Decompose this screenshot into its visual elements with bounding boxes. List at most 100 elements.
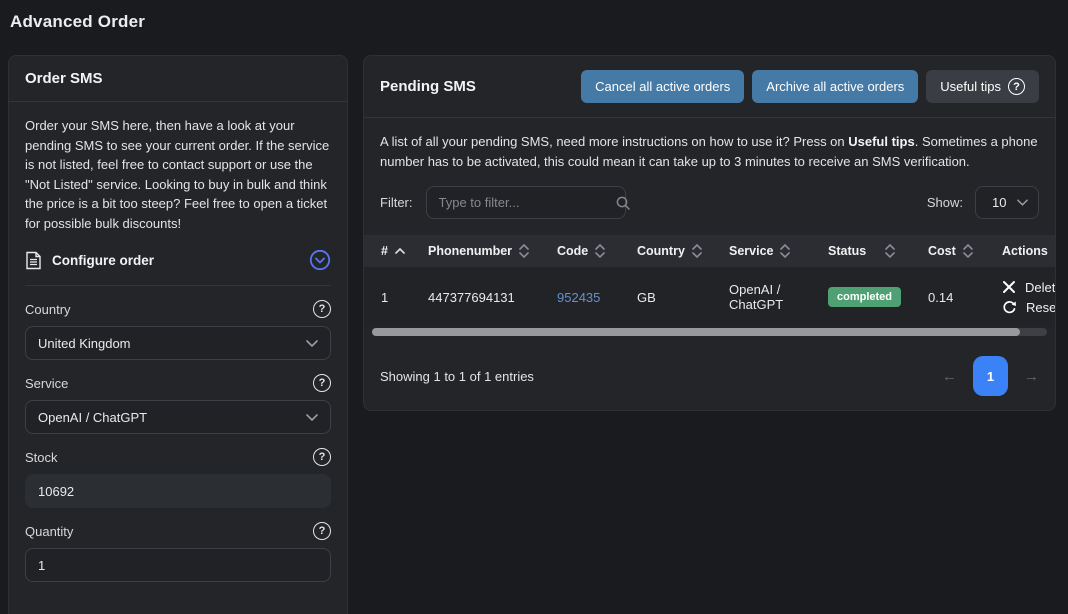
configure-order-title: Configure order [52,253,154,268]
show-select-value: 10 [992,195,1006,210]
x-icon [1002,280,1016,294]
delete-action-label: Delete [1025,280,1055,295]
column-label: Status [828,244,866,258]
pending-sms-title: Pending SMS [380,78,476,95]
archive-all-orders-button[interactable]: Archive all active orders [752,70,918,103]
quantity-label: Quantity [25,524,73,539]
service-help-icon[interactable]: ? [313,374,331,392]
next-page-arrow-icon[interactable]: → [1024,368,1039,385]
column-header-status[interactable]: Status [820,235,920,267]
filter-row: Filter: Show: 10 [380,186,1039,219]
table-footer: Showing 1 to 1 of 1 entries ← 1 → [364,336,1055,396]
delete-action[interactable]: Delete [1002,280,1055,295]
search-icon [615,195,631,211]
pending-sms-header: Pending SMS Cancel all active orders Arc… [364,56,1055,118]
stock-field-row: Stock ? [25,448,331,466]
quantity-input-wrap [25,548,331,582]
service-select[interactable]: OpenAI / ChatGPT [25,400,331,434]
order-sms-intro-text: Order your SMS here, then have a look at… [25,116,331,233]
show-group: Show: 10 [927,186,1039,219]
pagination: ← 1 → [942,356,1039,396]
header-buttons: Cancel all active orders Archive all act… [581,70,1039,103]
country-label: Country [25,302,71,317]
column-label: Cost [928,244,956,258]
prev-page-arrow-icon[interactable]: ← [942,368,957,385]
quantity-help-icon[interactable]: ? [313,522,331,540]
column-header-cost[interactable]: Cost [920,235,994,267]
stock-help-icon[interactable]: ? [313,448,331,466]
table-header-row: # Phonenumber Code Country [364,235,1055,267]
cell-service: OpenAI / ChatGPT [721,267,820,327]
cell-status: completed [820,267,920,327]
show-per-page-select[interactable]: 10 [975,186,1039,219]
column-header-service[interactable]: Service [721,235,820,267]
pending-sms-table-wrap: # Phonenumber Code Country [364,235,1055,327]
stock-label: Stock [25,450,58,465]
sort-both-icon [885,244,895,258]
column-header-country[interactable]: Country [629,235,721,267]
column-header-phonenumber[interactable]: Phonenumber [420,235,549,267]
sort-both-icon [780,244,790,258]
useful-tips-label: Useful tips [940,79,1001,94]
refresh-icon [1002,300,1017,315]
stock-input-wrap [25,474,331,508]
cell-cost: 0.14 [920,267,994,327]
scrollbar-thumb[interactable] [372,328,1020,336]
filter-label: Filter: [380,195,413,210]
order-sms-header: Order SMS [9,56,347,102]
pending-sms-panel: Pending SMS Cancel all active orders Arc… [363,55,1056,411]
cell-phonenumber: 447377694131 [420,267,549,327]
quantity-field-row: Quantity ? [25,522,331,540]
cell-number: 1 [364,267,420,327]
sort-both-icon [519,244,529,258]
column-label: Code [557,244,588,258]
order-sms-panel: Order SMS Order your SMS here, then have… [8,55,348,614]
column-label: Phonenumber [428,244,512,258]
entries-summary: Showing 1 to 1 of 1 entries [380,369,534,384]
collapse-chevron-circle-icon[interactable] [309,249,331,271]
filter-input-wrap [426,186,626,219]
country-field-row: Country ? [25,300,331,318]
service-select-value: OpenAI / ChatGPT [38,410,306,425]
country-help-icon[interactable]: ? [313,300,331,318]
description-bold-text: Useful tips [848,134,914,149]
column-label: # [381,244,388,258]
sort-both-icon [595,244,605,258]
column-header-actions: Actions [994,235,1055,267]
column-label: Country [637,244,685,258]
table-row: 1 447377694131 952435 GB OpenAI / ChatGP… [364,267,1055,327]
cell-actions: Delete Resend [994,267,1055,327]
sort-asc-icon [395,248,405,254]
service-label: Service [25,376,68,391]
service-field-row: Service ? [25,374,331,392]
current-page-button[interactable]: 1 [973,356,1008,396]
column-header-code[interactable]: Code [549,235,629,267]
column-header-number[interactable]: # [364,235,420,267]
show-label: Show: [927,195,963,210]
useful-tips-button[interactable]: Useful tips ? [926,70,1039,103]
chevron-down-icon [1017,199,1028,206]
country-select-value: United Kingdom [38,336,306,351]
pending-sms-table: # Phonenumber Code Country [364,235,1055,327]
page-title: Advanced Order [10,12,145,32]
resend-action[interactable]: Resend [1002,300,1055,315]
column-label: Actions [1002,244,1048,258]
description-text: A list of all your pending SMS, need mor… [380,134,848,149]
quantity-input[interactable] [38,558,318,573]
chevron-down-icon [306,414,318,421]
resend-action-label: Resend [1026,300,1055,315]
question-mark-icon: ? [1008,78,1025,95]
filter-input[interactable] [439,195,615,210]
chevron-down-icon [306,340,318,347]
sort-both-icon [692,244,702,258]
stock-input[interactable] [38,484,318,499]
status-badge: completed [828,287,901,307]
country-select[interactable]: United Kingdom [25,326,331,360]
horizontal-scrollbar[interactable] [372,328,1047,336]
cancel-all-orders-button[interactable]: Cancel all active orders [581,70,744,103]
order-sms-title: Order SMS [25,70,103,87]
document-icon [25,251,42,270]
sort-both-icon [963,244,973,258]
code-link[interactable]: 952435 [557,290,600,305]
configure-order-section-header[interactable]: Configure order [25,249,331,286]
